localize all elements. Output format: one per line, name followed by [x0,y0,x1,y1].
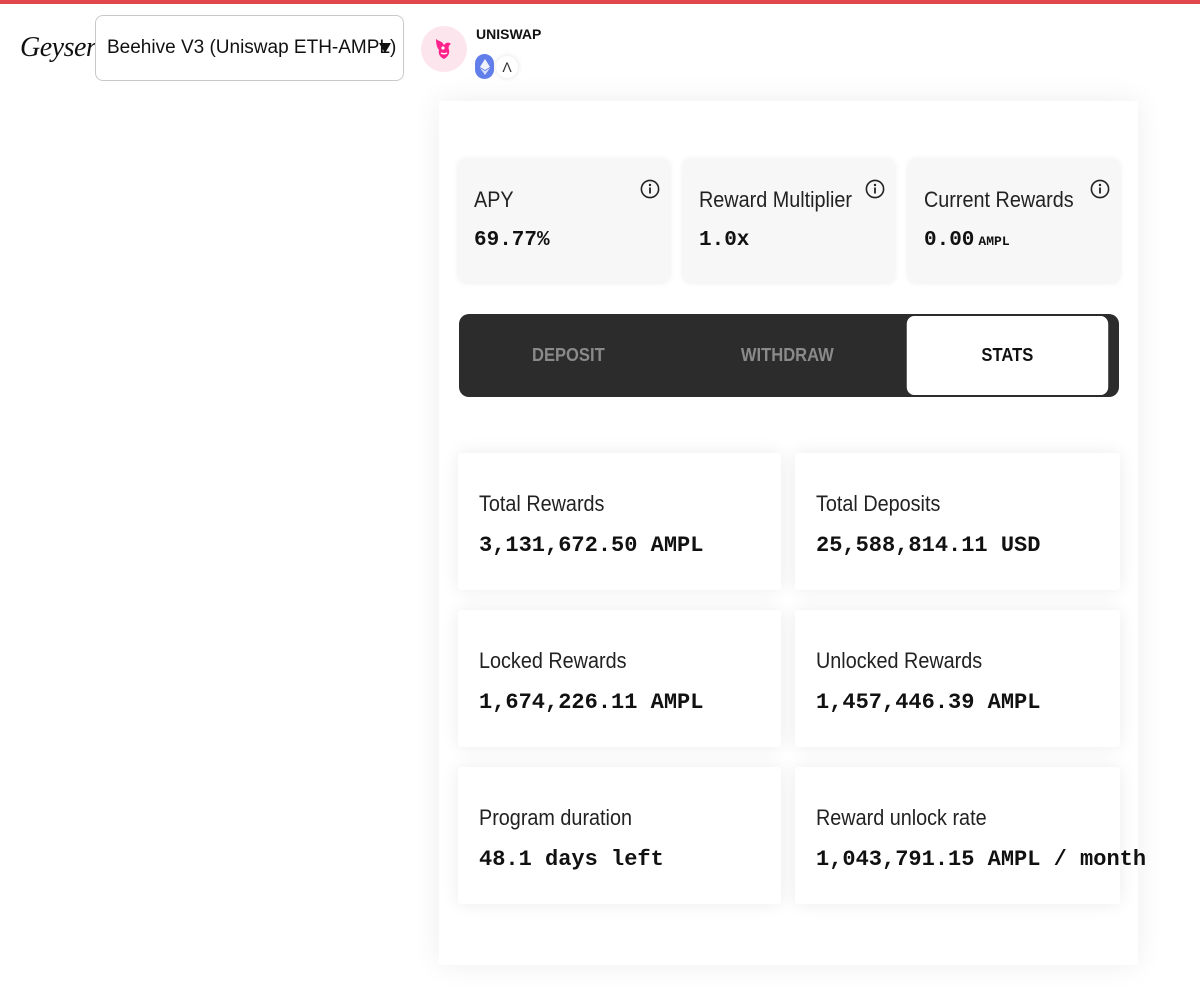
platform-name: UNISWAP [476,26,542,42]
stat-card-total-deposits: Total Deposits 25,588,814.11 USD [795,453,1120,590]
metric-label: Current Rewards [924,187,1074,212]
stat-label: Unlocked Rewards [816,648,983,673]
geyser-selector-value: Beehive V3 (Uniswap ETH-AMPL) [107,37,397,58]
geyser-selector[interactable]: Beehive V3 (Uniswap ETH-AMPL) [95,15,404,81]
stat-label: Reward unlock rate [816,805,987,830]
tab-withdraw[interactable]: WITHDRAW [686,314,887,397]
metric-label: Reward Multiplier [699,187,852,212]
stat-card-total-rewards: Total Rewards 3,131,672.50 AMPL [458,453,781,590]
token-pair-icons: Λ [475,54,518,79]
tab-deposit[interactable]: DEPOSIT [468,314,669,397]
stat-card-reward-unlock-rate: Reward unlock rate 1,043,791.15 AMPL / m… [795,767,1146,904]
chevron-down-icon[interactable] [379,43,391,53]
stat-card-unlocked-rewards: Unlocked Rewards 1,457,446.39 AMPL [795,610,1120,747]
stat-label: Total Rewards [479,491,605,516]
stat-label: Total Deposits [816,491,941,516]
stat-value: 1,043,791.15 AMPL / month [816,847,1147,872]
ampl-symbol: Λ [502,58,512,75]
ethereum-icon [475,54,494,79]
metric-card-current-rewards: Current Rewards 0.00 AMPL [908,159,1120,283]
metric-card-reward-multiplier: Reward Multiplier 1.0x [683,159,895,283]
metric-unit: AMPL [978,234,1010,249]
action-tabs: DEPOSIT WITHDRAW STATS [459,314,1119,397]
info-icon[interactable] [640,179,660,199]
uniswap-logo-icon [421,26,467,72]
metric-value: 1.0x [699,229,750,252]
stat-value: 3,131,672.50 AMPL [479,533,704,558]
metric-card-apy: APY 69.77% [458,159,670,283]
info-icon[interactable] [865,179,885,199]
info-icon[interactable] [1090,179,1110,199]
top-accent-bar [0,0,1200,4]
metric-label: APY [474,187,514,212]
ampl-icon: Λ [496,55,518,78]
stat-value: 1,674,226.11 AMPL [479,690,704,715]
geyser-label: Geyser [20,32,97,63]
stat-value: 1,457,446.39 AMPL [816,690,1041,715]
stat-label: Program duration [479,805,632,830]
stat-value: 25,588,814.11 USD [816,533,1041,558]
stat-card-locked-rewards: Locked Rewards 1,674,226.11 AMPL [458,610,781,747]
metric-value: 0.00 AMPL [924,229,1010,252]
stat-value: 48.1 days left [479,847,664,872]
stat-card-program-duration: Program duration 48.1 days left [458,767,781,904]
tab-stats[interactable]: STATS [906,315,1110,396]
metric-value: 69.77% [474,229,550,252]
stat-label: Locked Rewards [479,648,627,673]
